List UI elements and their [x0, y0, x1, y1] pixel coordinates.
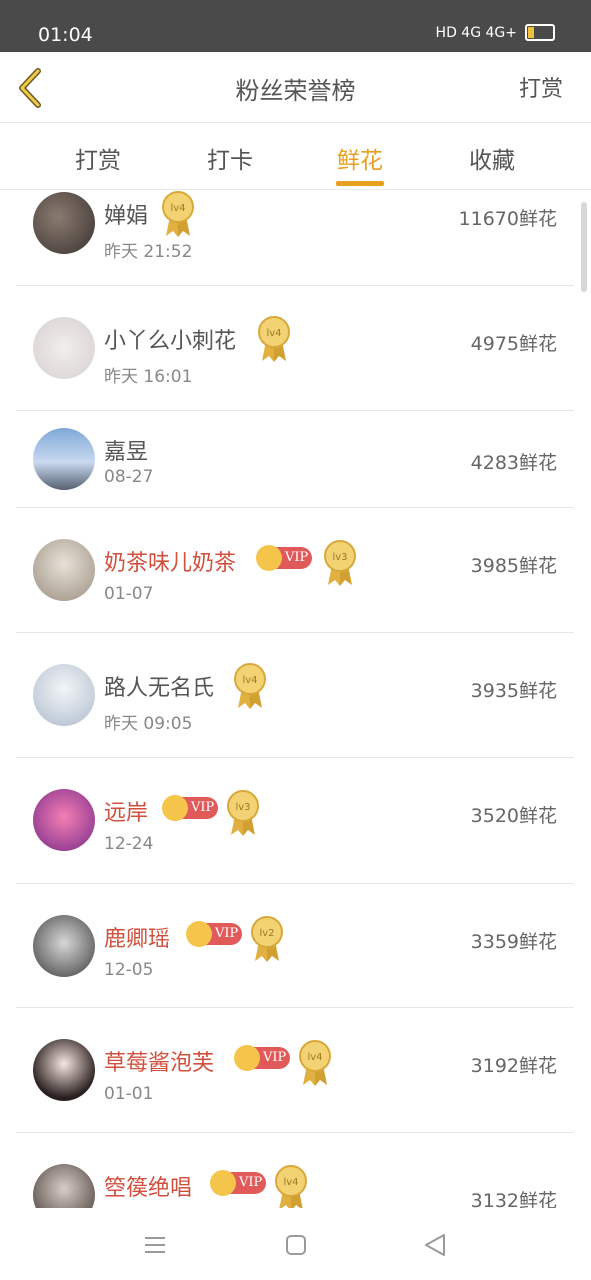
flower-amount: 3359鲜花	[470, 931, 557, 953]
reward-button[interactable]: 打赏	[519, 71, 563, 103]
fan-name: 箜篌绝唱	[104, 1176, 193, 1201]
top-bar: 粉丝荣誉榜 打赏	[0, 52, 591, 123]
list-item[interactable]: 远岸 VIP lv3 12-24 3520鲜花	[16, 757, 574, 884]
tab-label: 打卡	[207, 148, 253, 174]
avatar	[33, 1039, 95, 1101]
list-item[interactable]: 奶茶味儿奶茶 VIP lv3 01-07 3985鲜花	[16, 507, 574, 633]
fan-name: 鹿卿瑶	[104, 927, 171, 952]
tab-bar: 打赏 打卡 鲜花 收藏	[0, 123, 591, 190]
avatar	[33, 539, 95, 601]
status-bar: 01:04 HD 4G 4G+	[0, 0, 591, 52]
flower-amount: 3192鲜花	[470, 1055, 557, 1077]
vip-label: VIP	[191, 800, 215, 815]
fan-name: 嘉昱	[104, 440, 149, 465]
home-square-icon[interactable]	[281, 1230, 311, 1260]
level-medal-icon: lv2	[251, 916, 283, 962]
page-title: 粉丝荣誉榜	[235, 77, 356, 105]
crown-icon	[162, 795, 188, 821]
fan-time: 08-27	[104, 467, 154, 487]
level-label: lv3	[332, 552, 347, 563]
level-label: lv4	[242, 675, 257, 686]
flower-amount: 11670鲜花	[458, 208, 557, 230]
list-item[interactable]: 鹿卿瑶 VIP lv2 12-05 3359鲜花	[16, 883, 574, 1008]
crown-icon	[256, 545, 282, 571]
level-label: lv3	[235, 802, 250, 813]
flower-amount: 3520鲜花	[470, 805, 557, 827]
vip-badge: VIP	[256, 545, 312, 571]
tab-favorites[interactable]: 收藏	[442, 141, 542, 175]
fan-time: 01-01	[104, 1084, 154, 1104]
fan-time: 01-07	[104, 584, 154, 604]
tab-reward[interactable]: 打赏	[48, 141, 148, 175]
level-medal-icon: lv3	[324, 540, 356, 586]
tab-label: 收藏	[469, 148, 515, 174]
tab-label: 打赏	[75, 148, 121, 174]
list-item[interactable]: 婵娟 lv4 昨天 21:52 11670鲜花	[16, 190, 574, 286]
level-medal-icon: lv3	[227, 790, 259, 836]
fan-list[interactable]: 婵娟 lv4 昨天 21:52 11670鲜花 小丫么小刺花 lv4 昨天 16…	[0, 190, 591, 1208]
menu-icon[interactable]	[140, 1230, 170, 1260]
level-label: lv4	[307, 1052, 322, 1063]
vip-badge: VIP	[234, 1045, 290, 1071]
tab-label: 鲜花	[337, 148, 383, 174]
flower-amount: 3935鲜花	[470, 680, 557, 702]
avatar	[33, 1164, 95, 1208]
level-medal-icon: lv4	[162, 191, 194, 237]
crown-icon	[210, 1170, 236, 1196]
vip-badge: VIP	[162, 795, 218, 821]
list-item[interactable]: 箜篌绝唱 VIP lv4 3132鲜花	[16, 1132, 574, 1208]
avatar	[33, 664, 95, 726]
crown-icon	[186, 921, 212, 947]
level-label: lv2	[259, 928, 274, 939]
scrollbar[interactable]	[581, 202, 587, 292]
battery-icon	[525, 24, 555, 41]
vip-badge: VIP	[210, 1170, 266, 1196]
system-nav-bar	[0, 1208, 591, 1280]
fan-time: 昨天 21:52	[104, 242, 193, 262]
level-label: lv4	[283, 1177, 298, 1188]
list-item[interactable]: 路人无名氏 lv4 昨天 09:05 3935鲜花	[16, 632, 574, 758]
fan-name: 奶茶味儿奶茶	[104, 551, 237, 576]
list-item[interactable]: 小丫么小刺花 lv4 昨天 16:01 4975鲜花	[16, 285, 574, 411]
level-medal-icon: lv4	[258, 316, 290, 362]
level-label: lv4	[170, 203, 185, 214]
fan-name: 草莓酱泡芙	[104, 1051, 215, 1076]
active-tab-indicator	[336, 181, 384, 186]
vip-badge: VIP	[186, 921, 242, 947]
vip-label: VIP	[239, 1175, 263, 1190]
avatar	[33, 915, 95, 977]
network-indicators: HD 4G 4G+	[435, 24, 517, 41]
vip-label: VIP	[263, 1050, 287, 1065]
level-medal-icon: lv4	[275, 1165, 307, 1208]
flower-amount: 3132鲜花	[470, 1190, 557, 1208]
fan-time: 12-24	[104, 834, 154, 854]
tab-checkin[interactable]: 打卡	[180, 141, 280, 175]
avatar	[33, 428, 95, 490]
level-medal-icon: lv4	[299, 1040, 331, 1086]
fan-name: 远岸	[104, 801, 149, 826]
avatar	[33, 789, 95, 851]
status-indicators: HD 4G 4G+	[436, 24, 555, 41]
flower-amount: 4975鲜花	[470, 333, 557, 355]
vip-label: VIP	[285, 550, 309, 565]
tab-flowers[interactable]: 鲜花	[310, 141, 410, 186]
fan-name: 小丫么小刺花	[104, 329, 237, 354]
avatar	[33, 317, 95, 379]
flower-amount: 4283鲜花	[470, 452, 557, 474]
list-item[interactable]: 嘉昱 08-27 4283鲜花	[16, 410, 574, 508]
fan-time: 12-05	[104, 960, 154, 980]
level-label: lv4	[266, 328, 281, 339]
back-triangle-icon[interactable]	[420, 1230, 450, 1260]
fan-time: 昨天 09:05	[104, 714, 193, 734]
avatar	[33, 192, 95, 254]
crown-icon	[234, 1045, 260, 1071]
status-time: 01:04	[38, 24, 93, 46]
level-medal-icon: lv4	[234, 663, 266, 709]
vip-label: VIP	[215, 926, 239, 941]
fan-name: 婵娟	[104, 204, 149, 229]
list-item[interactable]: 草莓酱泡芙 VIP lv4 01-01 3192鲜花	[16, 1007, 574, 1133]
flower-amount: 3985鲜花	[470, 555, 557, 577]
fan-name: 路人无名氏	[104, 676, 215, 701]
fan-time: 昨天 16:01	[104, 367, 193, 387]
